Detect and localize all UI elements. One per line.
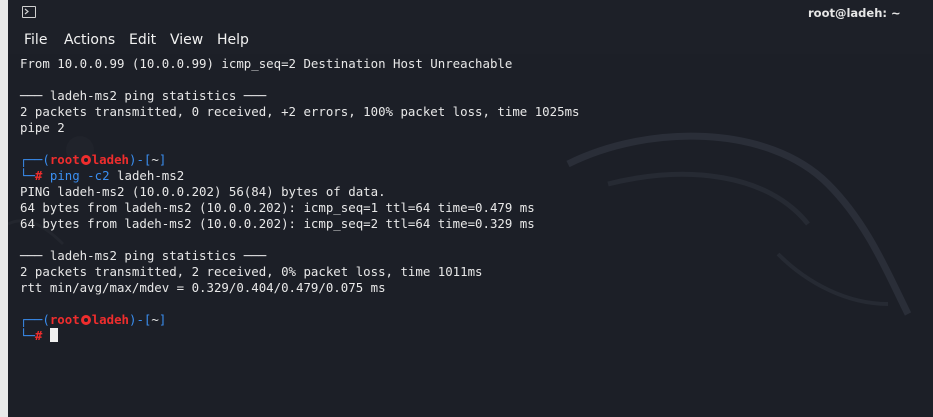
output-line: pipe 2 [20,120,65,135]
prompt-hash: # [34,168,43,183]
command-arg: ladeh-ms2 [117,168,185,183]
output-line: 2 packets transmitted, 0 received, +2 er… [20,104,580,119]
output-line: 64 bytes from ladeh-ms2 (10.0.0.202): ic… [20,200,535,215]
prompt-bracket: ┌──( [20,152,50,167]
menu-view[interactable]: View [170,32,203,48]
command-name: ping [49,168,80,183]
prompt-bracket: ┌──( [20,312,50,327]
command-line-1: └─# ping -c2 ladeh-ms2 [20,168,184,184]
command-option: -c2 [87,168,110,183]
menu-edit[interactable]: Edit [129,32,156,48]
skull-icon [80,155,91,165]
prompt-line-1: ┌──(root ladeh)-[~] [20,152,166,168]
terminal-output[interactable]: From 10.0.0.99 (10.0.0.99) icmp_seq=2 De… [8,54,933,417]
window-title: root@ladeh: ~ [808,6,901,20]
prompt-close: ] [158,152,167,167]
output-line: ─── ladeh-ms2 ping statistics ─── [20,248,267,263]
prompt-hash: # [34,328,43,343]
output-line: 64 bytes from ladeh-ms2 (10.0.0.202): ic… [20,216,535,231]
prompt-close: ] [158,312,167,327]
menu-help[interactable]: Help [217,32,249,48]
menu-actions[interactable]: Actions [64,32,115,48]
title-bar[interactable]: root@ladeh: ~ [8,0,933,26]
desktop-edge [0,0,8,417]
prompt-path: ~ [151,152,159,167]
prompt-path: ~ [151,312,159,327]
prompt-user: root [49,152,80,167]
output-line: rtt min/avg/max/mdev = 0.329/0.404/0.479… [20,280,386,295]
menu-file[interactable]: File [24,32,47,48]
prompt-line-2: ┌──(root ladeh)-[~] [20,312,166,328]
skull-icon [80,315,91,325]
prompt-host: ladeh [91,312,129,327]
text-cursor[interactable] [49,328,58,342]
prompt-corner: └─ [20,328,35,343]
prompt-user: root [49,312,80,327]
terminal-icon [22,6,36,18]
output-line: ─── ladeh-ms2 ping statistics ─── [20,88,267,103]
command-line-2: └─# [20,328,58,344]
terminal-window: root@ladeh: ~ File Actions Edit View Hel… [8,0,933,417]
prompt-corner: └─ [20,168,35,183]
menu-bar: File Actions Edit View Help [8,26,933,54]
prompt-sep: )-[ [129,152,152,167]
output-line: 2 packets transmitted, 2 received, 0% pa… [20,264,483,279]
output-line: From 10.0.0.99 (10.0.0.99) icmp_seq=2 De… [20,56,513,71]
output-line: PING ladeh-ms2 (10.0.0.202) 56(84) bytes… [20,184,386,199]
prompt-host: ladeh [91,152,129,167]
prompt-sep: )-[ [129,312,152,327]
